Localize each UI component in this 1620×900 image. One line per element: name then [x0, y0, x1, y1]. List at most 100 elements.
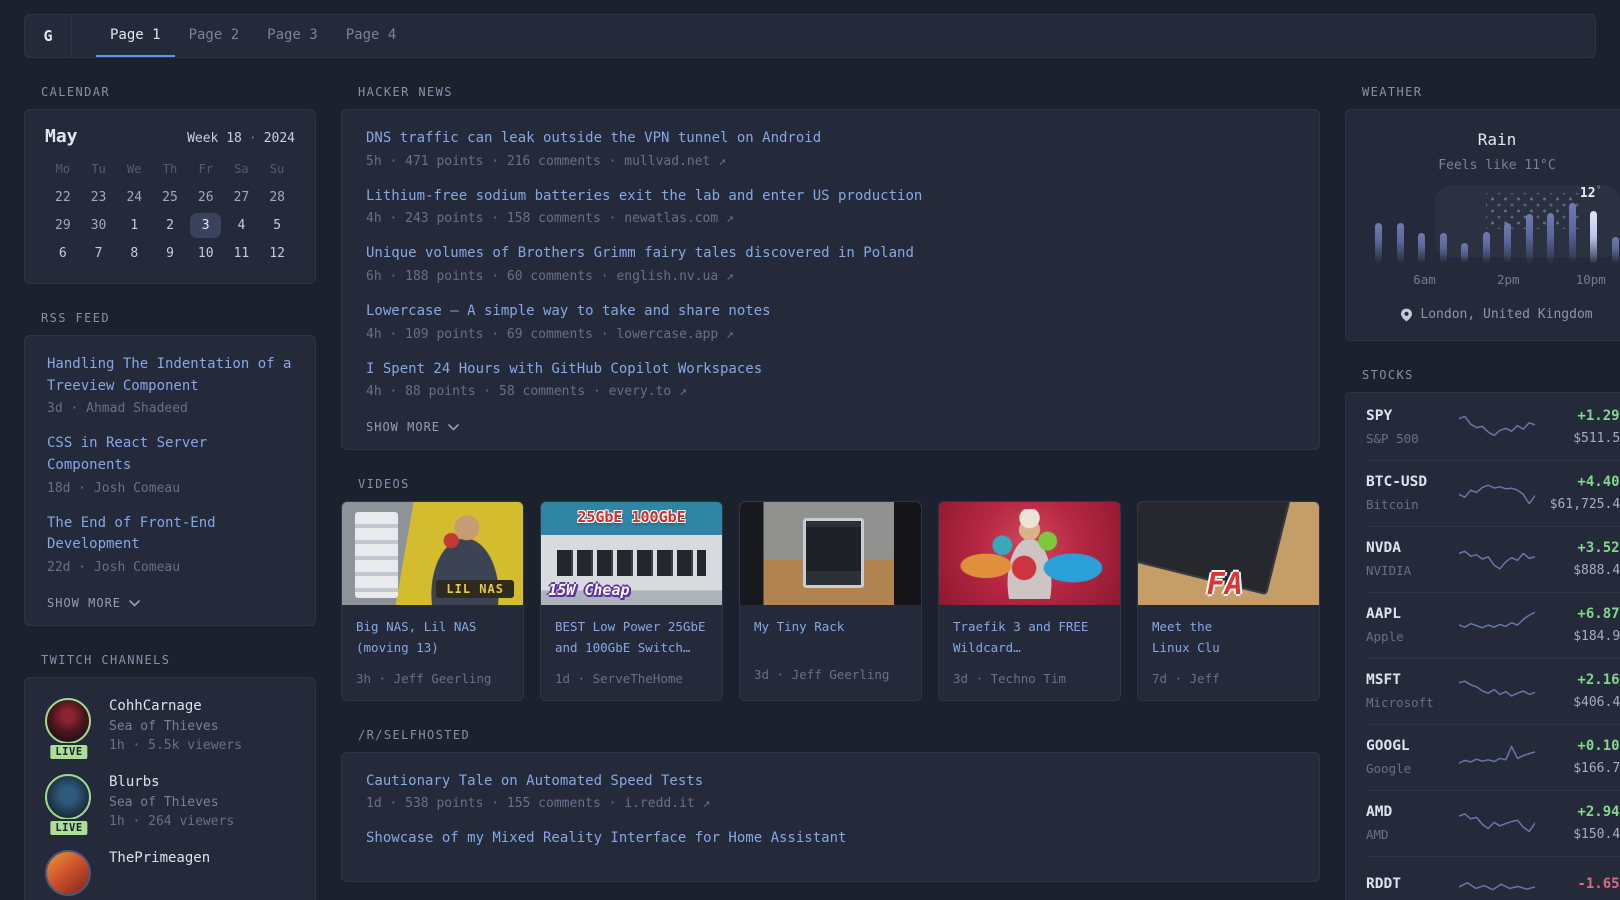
stock-row[interactable]: NVDA NVIDIA +3.52% $888.40: [1366, 526, 1620, 592]
stock-name: Microsoft: [1366, 695, 1453, 710]
section-label-videos: VIDEOS: [358, 477, 1320, 491]
calendar-day: 22: [45, 185, 81, 210]
rss-item: CSS in React Server Components 18d · Jos…: [47, 433, 293, 495]
page-tab-label: Page 1: [110, 27, 161, 43]
video-card[interactable]: Traefik 3 and FREE Wildcard… 3d · Techno…: [938, 501, 1121, 700]
video-title[interactable]: BEST Low Power 25GbE and 100GbE Switch…: [541, 605, 722, 658]
reddit-item-title[interactable]: Showcase of my Mixed Reality Interface f…: [366, 828, 1295, 850]
page-tab[interactable]: Page 4: [332, 15, 411, 57]
chevron-down-icon: [448, 424, 459, 431]
stock-price: $150.45: [1541, 827, 1620, 842]
weather-section: WEATHER Rain Feels like 11°C 12°: [1345, 85, 1620, 341]
stock-row[interactable]: AMD AMD +2.94% $150.45: [1366, 790, 1620, 856]
page-tab[interactable]: Page 2: [175, 15, 254, 57]
stock-row[interactable]: SPY S&P 500 +1.29% $511.57: [1366, 395, 1620, 460]
channel-name[interactable]: Blurbs: [109, 774, 234, 790]
calendar-day: 25: [152, 185, 188, 210]
stock-quote: +2.16% $406.43: [1541, 672, 1620, 710]
stock-ticker: AMD: [1366, 804, 1453, 820]
weather-bar: [1483, 232, 1490, 263]
video-thumbnail: 25GbE 100GbE 15W Cheap: [541, 502, 722, 605]
channel-name[interactable]: CohhCarnage: [109, 698, 242, 714]
reddit-item-meta: 1d · 538 points · 155 comments · i.redd.…: [366, 796, 1295, 811]
stock-identity: GOOGL Google: [1366, 738, 1453, 776]
stock-row[interactable]: RDDT -1.65%: [1366, 856, 1620, 900]
left-column: CALENDAR May Week 18 · 2024 Mo Tu: [24, 85, 316, 900]
video-title[interactable]: My Tiny Rack: [740, 605, 921, 655]
twitch-channel-row[interactable]: LIVE ThePrimeagen: [45, 850, 295, 896]
stock-row[interactable]: BTC-USD Bitcoin +4.40% $61,725.48: [1366, 460, 1620, 526]
stock-name: NVIDIA: [1366, 563, 1453, 578]
section-label-selfhosted: /R/SELFHOSTED: [358, 728, 1320, 742]
channel-name[interactable]: ThePrimeagen: [109, 850, 210, 866]
twitch-channel-info: ThePrimeagen: [109, 850, 210, 896]
twitch-channel-row[interactable]: LIVE CohhCarnage Sea of Thieves 1h · 5.5…: [45, 698, 295, 753]
video-title[interactable]: Meet the Linux Clu: [1138, 605, 1319, 658]
weather-bar: [1375, 223, 1382, 263]
hn-item: Lithium-free sodium batteries exit the l…: [366, 186, 1295, 227]
stock-price: $511.57: [1541, 431, 1620, 446]
app-logo[interactable]: G: [25, 15, 72, 57]
rss-section: RSS FEED Handling The Indentation of a T…: [24, 311, 316, 626]
video-card[interactable]: FA Meet the Linux Clu 7d · Jeff: [1137, 501, 1320, 700]
calendar-day: 5: [259, 213, 295, 238]
hn-item-title[interactable]: Lithium-free sodium batteries exit the l…: [366, 186, 1295, 208]
calendar-day: 12: [259, 241, 295, 266]
thumbnail-art: [939, 502, 1120, 605]
stock-quote: +6.87% $184.91: [1541, 606, 1620, 644]
middle-column: HACKER NEWS DNS traffic can leak outside…: [341, 85, 1320, 900]
show-more-button[interactable]: SHOW MORE: [47, 596, 140, 610]
twitch-avatar-wrap: LIVE: [45, 698, 93, 753]
video-title[interactable]: Traefik 3 and FREE Wildcard…: [939, 605, 1120, 658]
hn-item-title[interactable]: Unique volumes of Brothers Grimm fairy t…: [366, 243, 1295, 265]
stock-row[interactable]: MSFT Microsoft +2.16% $406.43: [1366, 658, 1620, 724]
video-card[interactable]: LIL NAS Big NAS, Lil NAS (moving 13) 3h …: [341, 501, 524, 700]
hn-item: Unique volumes of Brothers Grimm fairy t…: [366, 243, 1295, 284]
stock-row[interactable]: GOOGL Google +0.10% $166.78: [1366, 724, 1620, 790]
stock-ticker: NVDA: [1366, 540, 1453, 556]
twitch-channel-row[interactable]: LIVE Blurbs Sea of Thieves 1h · 264 view…: [45, 774, 295, 829]
avatar: [45, 774, 91, 820]
time-label: 2pm: [1497, 272, 1520, 287]
reddit-item: Showcase of my Mixed Reality Interface f…: [366, 828, 1295, 850]
weather-location[interactable]: London, United Kingdom: [1364, 307, 1620, 322]
weather-time-labels: 6am 2pm 10pm: [1372, 272, 1620, 288]
stock-row[interactable]: AAPL Apple +6.87% $184.91: [1366, 592, 1620, 658]
stock-name: Bitcoin: [1366, 497, 1453, 512]
page-tab[interactable]: Page 3: [253, 15, 332, 57]
location-text: London, United Kingdom: [1420, 307, 1592, 322]
stock-change: +2.94%: [1541, 804, 1620, 820]
hn-item-title[interactable]: I Spent 24 Hours with GitHub Copilot Wor…: [366, 359, 1295, 381]
page-tab[interactable]: Page 1: [96, 15, 175, 57]
hn-item-title[interactable]: Lowercase – A simple way to take and sha…: [366, 301, 1295, 323]
thumbnail-overlay-text-2: 15W Cheap: [548, 581, 629, 599]
selfhosted-section: /R/SELFHOSTED Cautionary Tale on Automat…: [341, 728, 1320, 882]
weather-feels-like: Feels like 11°C: [1364, 158, 1620, 173]
stock-identity: NVDA NVIDIA: [1366, 540, 1453, 578]
reddit-item-title[interactable]: Cautionary Tale on Automated Speed Tests: [366, 771, 1295, 793]
video-card[interactable]: 25GbE 100GbE 15W Cheap BEST Low Power 25…: [540, 501, 723, 700]
hn-item-title[interactable]: DNS traffic can leak outside the VPN tun…: [366, 128, 1295, 150]
rss-item-title[interactable]: Handling The Indentation of a Treeview C…: [47, 354, 293, 397]
video-thumbnail: [939, 502, 1120, 605]
hn-item-meta: 4h · 88 points · 58 comments · every.to …: [366, 384, 1295, 399]
calendar-week: Week 18: [187, 131, 242, 146]
weather-bar: [1612, 237, 1619, 263]
twitch-channel-info: Blurbs Sea of Thieves 1h · 264 viewers: [109, 774, 234, 829]
weather-bar: [1440, 233, 1447, 263]
section-label-twitch: TWITCH CHANNELS: [41, 653, 316, 667]
hn-item-meta: 4h · 243 points · 158 comments · newatla…: [366, 211, 1295, 226]
weekday-header: Th: [152, 162, 188, 176]
rss-item-meta: 3d · Ahmad Shadeed: [47, 401, 293, 416]
time-label: 10pm: [1576, 272, 1606, 287]
video-meta: 7d · Jeff: [1138, 659, 1319, 700]
calendar-days: 22 23 24 25 26 27 28 29: [45, 185, 295, 269]
video-title[interactable]: Big NAS, Lil NAS (moving 13): [342, 605, 523, 658]
video-card[interactable]: My Tiny Rack 3d · Jeff Geerling: [739, 501, 922, 700]
rss-item-title[interactable]: CSS in React Server Components: [47, 433, 293, 476]
rss-item-title[interactable]: The End of Front-End Development: [47, 513, 293, 556]
stock-sparkline: [1459, 806, 1535, 840]
stock-price: $166.78: [1541, 761, 1620, 776]
show-more-button[interactable]: SHOW MORE: [366, 420, 459, 434]
rss-item: The End of Front-End Development 22d · J…: [47, 513, 293, 575]
